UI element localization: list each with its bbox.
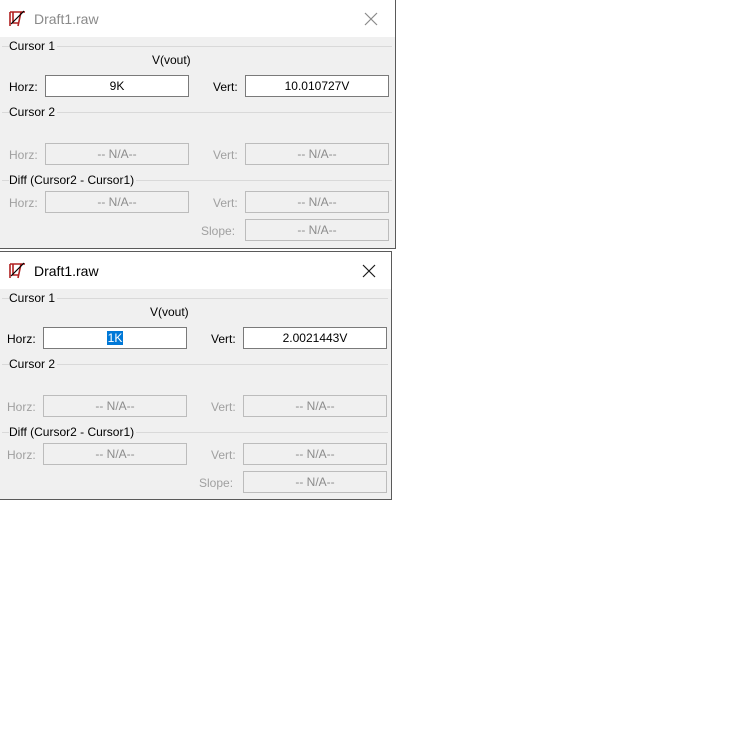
ltspice-logo-icon [8, 8, 28, 28]
cursor2-vert-label: Vert: [213, 148, 238, 162]
diff-slope-field: -- N/A-- [245, 219, 389, 241]
title-bar[interactable]: Draft1.raw [0, 0, 395, 37]
diff-vert-field: -- N/A-- [245, 191, 389, 213]
cursor1-label: Cursor 1 [9, 39, 58, 54]
trace-name: V(vout) [150, 305, 189, 319]
title-bar[interactable]: Draft1.raw [0, 252, 391, 289]
cursor-dialog-inactive: Draft1.raw Cursor 1 V(vout) Horz: 9K Ver… [0, 0, 396, 249]
cursor2-label: Cursor 2 [9, 105, 58, 120]
cursor1-horz-label: Horz: [9, 80, 38, 94]
cursor2-vert-field: -- N/A-- [243, 395, 387, 417]
cursor1-horz-field[interactable]: 1K [43, 327, 187, 349]
diff-label: Diff (Cursor2 - Cursor1) [9, 173, 137, 188]
cursor2-label: Cursor 2 [9, 357, 58, 372]
cursor2-horz-label: Horz: [9, 148, 38, 162]
diff-vert-field: -- N/A-- [243, 443, 387, 465]
cursor-dialog-active: Draft1.raw Cursor 1 V(vout) Horz: 1K Ver… [0, 251, 392, 500]
diff-slope-label: Slope: [199, 476, 234, 490]
cursor2-horz-field: -- N/A-- [45, 143, 189, 165]
cursor2-vert-label: Vert: [211, 400, 236, 414]
cursor1-vert-field[interactable]: 10.010727V [245, 75, 389, 97]
ltspice-logo-icon [8, 260, 28, 280]
diff-vert-label: Vert: [213, 196, 238, 210]
cursor1-vert-label: Vert: [211, 332, 236, 346]
cursor1-horz-label: Horz: [7, 332, 36, 346]
cursor1-vert-field[interactable]: 2.0021443V [243, 327, 387, 349]
cursor2-horz-field: -- N/A-- [43, 395, 187, 417]
cursor1-horz-field[interactable]: 9K [45, 75, 189, 97]
cursor1-vert-label: Vert: [213, 80, 238, 94]
cursor2-horz-label: Horz: [7, 400, 36, 414]
diff-label: Diff (Cursor2 - Cursor1) [9, 425, 137, 440]
diff-horz-label: Horz: [7, 448, 36, 462]
diff-slope-field: -- N/A-- [243, 471, 387, 493]
diff-slope-label: Slope: [201, 224, 236, 238]
selected-text: 1K [106, 331, 124, 345]
trace-name: V(vout) [152, 53, 191, 67]
cursor2-vert-field: -- N/A-- [245, 143, 389, 165]
window-title: Draft1.raw [34, 263, 99, 279]
cursor1-label: Cursor 1 [9, 291, 58, 306]
diff-horz-field: -- N/A-- [45, 191, 189, 213]
diff-horz-label: Horz: [9, 196, 38, 210]
window-title: Draft1.raw [34, 11, 99, 27]
close-icon[interactable] [358, 6, 384, 32]
close-icon[interactable] [356, 258, 382, 284]
diff-vert-label: Vert: [211, 448, 236, 462]
diff-horz-field: -- N/A-- [43, 443, 187, 465]
